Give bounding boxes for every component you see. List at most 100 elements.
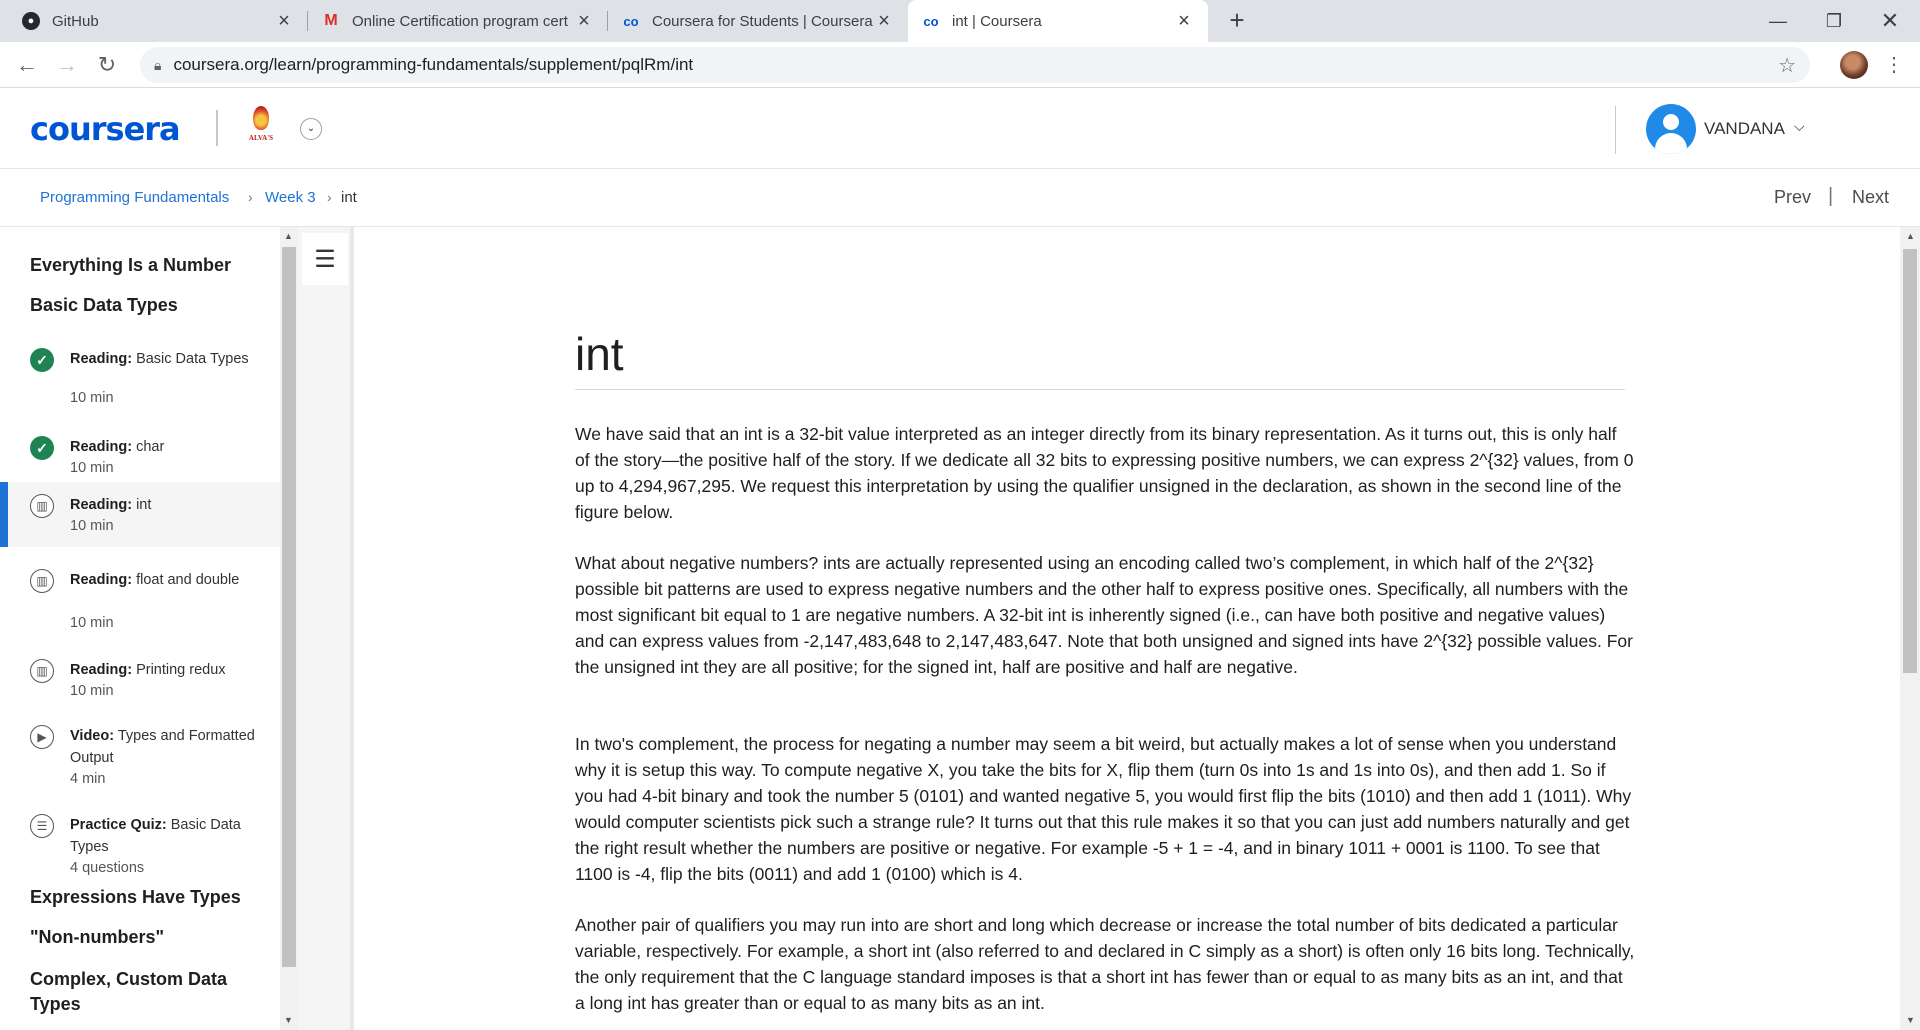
item-duration: 10 min [70,460,114,476]
sidebar-item-printing-redux[interactable]: ▥ Reading: Printing redux 10 min [0,647,280,707]
scroll-up-icon[interactable]: ▲ [284,231,293,241]
window-close-icon[interactable]: ✕ [1862,0,1918,42]
bookmark-star-icon[interactable]: ☆ [1778,53,1796,78]
chevron-down-icon[interactable]: ⌄ [300,118,322,140]
sidebar-section-heading[interactable]: Expressions Have Types [30,887,241,908]
sidebar-item-int[interactable]: ▥ Reading: int 10 min [0,482,280,547]
partner-logo-text: ALVA'S [248,134,274,142]
close-icon[interactable]: × [1174,10,1194,33]
scrollbar-thumb[interactable] [282,247,296,967]
item-type: Reading: [70,497,133,513]
item-duration: 4 questions [70,860,145,876]
sidebar-item-video-types[interactable]: ▶ Video: Types and Formatted Output 4 mi… [0,713,280,793]
browser-menu-icon[interactable]: ⋮ [1884,50,1904,80]
user-avatar[interactable] [1646,104,1696,154]
item-duration: 10 min [70,390,114,406]
breadcrumb-current: int [341,189,357,206]
sidebar-item-float-and-double[interactable]: ▥ Reading: float and double 10 min [0,557,280,637]
chevron-right-icon: › [248,189,253,205]
item-duration: 4 min [70,771,106,787]
checkmark-icon: ✓ [30,436,54,460]
nav-separator: | [1828,185,1834,207]
item-title: Basic Data Types [136,351,249,367]
scroll-up-icon[interactable]: ▲ [1906,231,1915,241]
header-divider [1615,106,1616,154]
item-duration: 10 min [70,518,114,534]
item-duration: 10 min [70,615,114,631]
address-bar[interactable]: 🔒︎ coursera.org/learn/programming-fundam… [140,47,1810,83]
page-title: int [575,328,624,380]
close-icon[interactable]: × [874,10,894,33]
play-icon: ▶ [30,725,54,749]
checkmark-icon: ✓ [30,348,54,372]
user-name[interactable]: VANDANA [1704,119,1785,139]
tab-title: int | Coursera [952,12,1042,30]
sidebar-section-heading[interactable]: Complex, Custom Data Types [30,967,260,1017]
sidebar-section-heading[interactable]: Everything Is a Number [30,255,231,276]
content-paragraph: We have said that an int is a 32-bit val… [575,424,1634,522]
reading-content: int We have said that an int is a 32-bit… [354,227,1900,1030]
tab-title: Coursera for Students | Coursera [652,12,873,30]
chevron-down-icon[interactable]: ⌵ [1794,118,1805,135]
sidebar-scrollbar[interactable]: ▲ ▼ [280,227,298,1030]
url-text: coursera.org/learn/programming-fundament… [173,55,694,74]
book-icon: ▥ [30,659,54,683]
coursera-icon: co [623,13,639,29]
toc-panel: ☰ [298,227,352,1030]
scrollbar-thumb[interactable] [1903,249,1917,673]
coursera-icon: co [923,13,939,29]
close-icon[interactable]: × [574,10,594,33]
sidebar-section-heading[interactable]: Basic Data Types [30,295,178,316]
tab-int-coursera[interactable]: co int | Coursera × [908,0,1208,42]
browser-tab-strip: ● GitHub × M Online Certification progra… [0,0,1920,42]
reload-icon[interactable]: ↻ [92,50,122,80]
list-icon[interactable]: ☰ [302,233,348,285]
item-type: Practice Quiz: [70,817,167,833]
breadcrumb: Programming Fundamentals › Week 3 › int … [0,170,1920,227]
sidebar-section-heading[interactable]: "Non-numbers" [30,927,164,948]
coursera-logo[interactable]: coursera [30,110,181,148]
tab-github[interactable]: ● GitHub × [8,0,308,42]
minimize-icon[interactable]: — [1750,0,1806,42]
content-scrollbar[interactable]: ▲ ▼ [1900,227,1920,1030]
scroll-down-icon[interactable]: ▼ [284,1015,293,1025]
course-sidebar: Everything Is a Number Basic Data Types … [0,227,280,1030]
book-icon: ▥ [30,569,54,593]
next-button[interactable]: Next [1852,187,1889,208]
back-arrow-icon[interactable]: ← [12,50,42,80]
sidebar-item-basic-data-types[interactable]: ✓ Reading: Basic Data Types 10 min [0,336,280,416]
tab-gmail[interactable]: M Online Certification program cert × [308,0,608,42]
github-icon: ● [22,12,40,30]
restore-icon[interactable]: ❐ [1806,0,1862,42]
content-paragraph: In two's complement, the process for neg… [575,734,1632,884]
site-header: coursera ALVA'S ⌄ VANDANA ⌵ [0,88,1920,169]
book-icon: ▥ [30,494,54,518]
lock-icon: 🔒︎ [154,56,162,73]
item-duration: 10 min [70,683,114,699]
header-divider [216,110,218,146]
sidebar-item-char[interactable]: ✓ Reading: char 10 min [0,424,280,484]
new-tab-button[interactable]: + [1222,6,1252,36]
scroll-down-icon[interactable]: ▼ [1906,1015,1915,1025]
browser-profile-avatar[interactable] [1840,51,1868,79]
sidebar-item-practice-quiz[interactable]: ☰ Practice Quiz: Basic Data Types 4 ques… [0,802,280,882]
tab-title: GitHub [52,12,99,30]
item-title: char [136,439,165,455]
item-type: Video: [70,728,115,744]
forward-arrow-icon[interactable]: → [52,50,82,80]
tab-coursera-students[interactable]: co Coursera for Students | Coursera × [608,0,908,42]
item-title: float and double [136,572,240,588]
item-type: Reading: [70,351,133,367]
quiz-icon: ☰ [30,814,54,838]
prev-button[interactable]: Prev [1774,187,1811,208]
item-title: Printing redux [136,662,226,678]
partner-emblem-icon [253,106,269,130]
breadcrumb-week[interactable]: Week 3 [265,189,316,206]
close-icon[interactable]: × [274,10,294,33]
chevron-right-icon: › [327,189,332,205]
title-rule [575,389,1625,390]
content-paragraph: Another pair of qualifiers you may run i… [575,915,1635,1013]
tab-title: Online Certification program cert [352,12,568,30]
partner-logo[interactable]: ALVA'S [244,106,278,150]
breadcrumb-course[interactable]: Programming Fundamentals [40,189,229,206]
